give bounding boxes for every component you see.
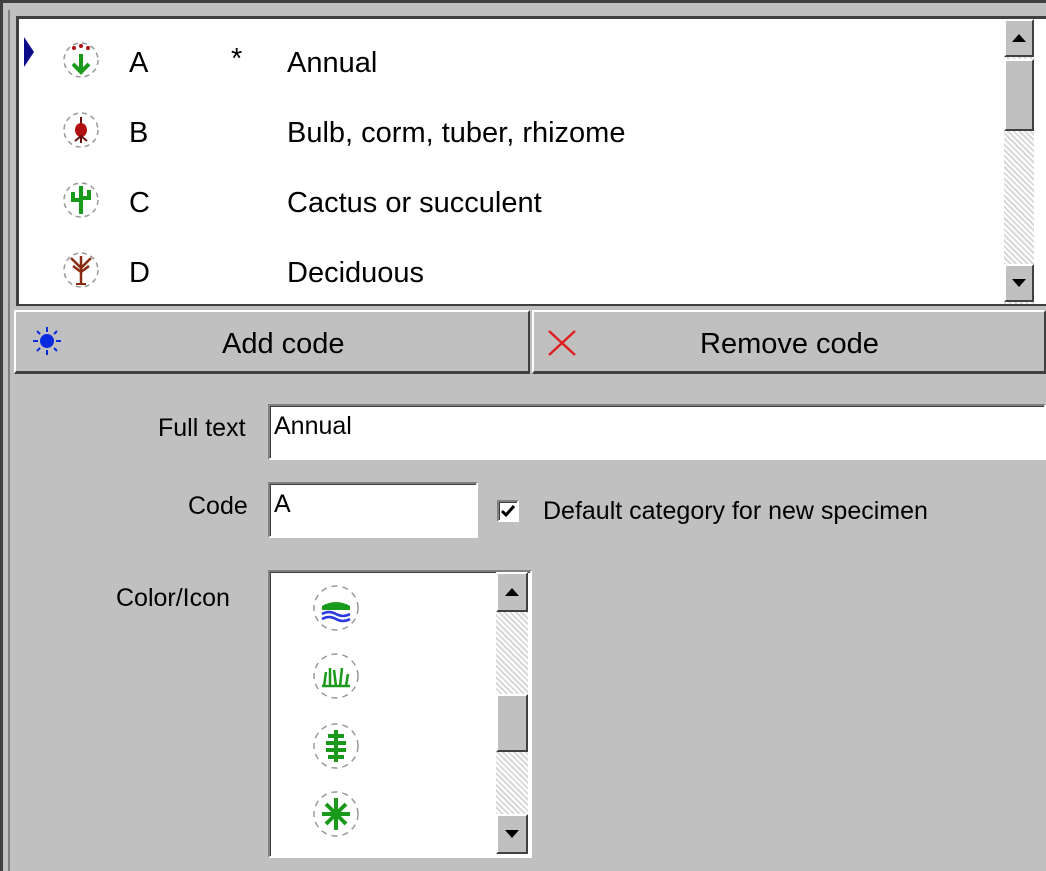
category-grid[interactable]: A * Annual B Bulb, corm, tuber, rhizome … (16, 16, 1046, 306)
full-text-label: Full text (158, 414, 246, 442)
arrow-down-icon (1012, 279, 1026, 287)
table-row[interactable]: C Cactus or succulent (19, 165, 1003, 235)
scroll-thumb[interactable] (496, 694, 528, 752)
scroll-up-button[interactable] (1004, 19, 1034, 57)
scroll-up-button[interactable] (496, 572, 528, 612)
fern-icon[interactable] (308, 718, 364, 774)
table-row[interactable]: D Deciduous (19, 235, 1003, 305)
remove-code-label: Remove code (700, 328, 879, 360)
row-code: C (129, 187, 150, 219)
grid-scrollbar[interactable] (1004, 19, 1034, 304)
red-x-icon (548, 330, 576, 356)
table-row[interactable]: B Bulb, corm, tuber, rhizome (19, 95, 1003, 165)
star-plant-icon[interactable] (308, 786, 364, 842)
full-text-field[interactable]: Annual (268, 404, 1046, 460)
water-plant-icon[interactable] (308, 580, 364, 636)
cactus-icon (63, 182, 99, 218)
row-full-text: Annual (287, 47, 378, 79)
sun-icon (33, 327, 61, 355)
row-code: A (129, 47, 149, 79)
code-label: Code (188, 492, 248, 520)
default-category-label[interactable]: Default category for new specimen (543, 497, 928, 526)
scroll-down-button[interactable] (1004, 264, 1034, 302)
row-code: B (129, 117, 149, 149)
row-full-text: Deciduous (287, 257, 425, 289)
add-code-button[interactable]: Add code (14, 310, 530, 374)
arrow-up-icon (505, 588, 519, 596)
current-row-indicator-icon (24, 37, 34, 67)
deciduous-tree-icon (63, 252, 99, 288)
default-category-checkbox[interactable] (497, 500, 519, 522)
arrow-up-icon (1012, 34, 1026, 42)
grass-icon[interactable] (308, 648, 364, 704)
scroll-thumb[interactable] (1004, 59, 1034, 131)
row-full-text: Bulb, corm, tuber, rhizome (287, 117, 626, 149)
checkmark-icon (500, 505, 516, 518)
row-full-text: Cactus or succulent (287, 187, 542, 219)
scroll-down-button[interactable] (496, 814, 528, 854)
annual-plant-icon (63, 42, 99, 78)
color-icon-label: Color/Icon (116, 584, 230, 612)
add-code-label: Add code (222, 328, 345, 360)
table-row[interactable]: A * Annual (19, 25, 1003, 95)
bulb-icon (63, 112, 99, 148)
row-code: D (129, 257, 150, 289)
color-icon-list[interactable] (268, 570, 532, 858)
default-marker: * (231, 43, 243, 75)
code-field[interactable]: A (268, 482, 478, 538)
arrow-down-icon (505, 830, 519, 838)
remove-code-button[interactable]: Remove code (532, 310, 1046, 374)
icon-list-scrollbar[interactable] (496, 572, 528, 854)
